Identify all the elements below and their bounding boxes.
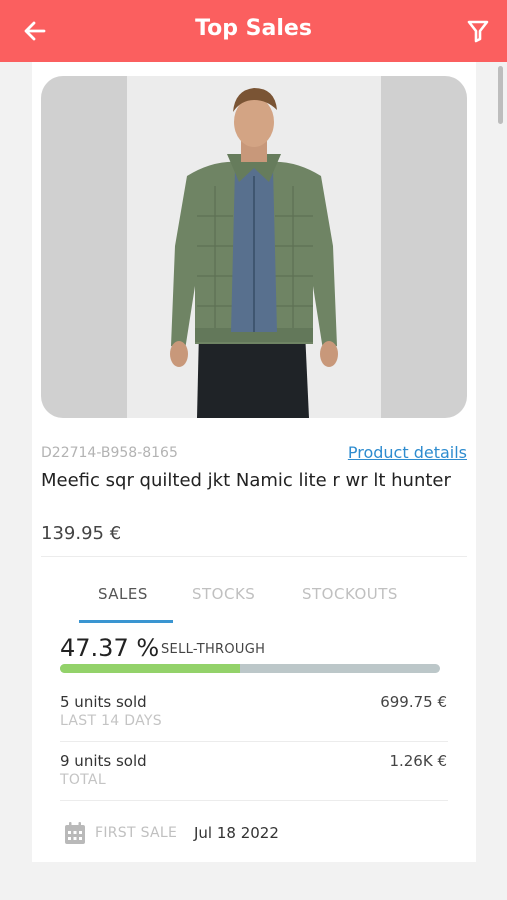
divider	[60, 741, 448, 742]
jacket-model-illustration	[170, 88, 338, 418]
divider	[60, 800, 448, 801]
app-header: Top Sales	[0, 0, 507, 62]
sell-through-progress-bar	[60, 664, 440, 673]
units-sold-14-days: 5 units sold	[60, 693, 147, 711]
filter-icon[interactable]	[467, 19, 489, 43]
scrollbar[interactable]	[498, 66, 503, 124]
divider	[41, 556, 467, 557]
product-price: 139.95 €	[41, 523, 122, 544]
revenue-14-days: 699.75 €	[380, 693, 447, 711]
product-sku: D22714-B958-8165	[41, 445, 178, 461]
tab-stocks[interactable]: STOCKS	[192, 585, 255, 603]
product-image	[41, 76, 467, 418]
product-details-link[interactable]: Product details	[348, 443, 467, 462]
units-sold-total: 9 units sold	[60, 752, 147, 770]
revenue-total: 1.26K €	[389, 752, 447, 770]
sell-through-value: 47.37 %	[60, 634, 160, 662]
period-label-14-days: LAST 14 DAYS	[60, 713, 162, 729]
product-card: D22714-B958-8165 Product details Meefic …	[32, 62, 476, 862]
first-sale-label: FIRST SALE	[95, 825, 178, 841]
tab-stockouts[interactable]: STOCKOUTS	[302, 585, 398, 603]
active-tab-indicator	[79, 620, 173, 623]
sell-through-label: SELL-THROUGH	[161, 642, 266, 657]
tab-sales[interactable]: SALES	[98, 585, 148, 603]
period-label-total: TOTAL	[60, 772, 106, 788]
page-title: Top Sales	[195, 16, 312, 41]
calendar-icon	[65, 822, 85, 844]
first-sale-date: Jul 18 2022	[194, 824, 279, 842]
product-name: Meefic sqr quilted jkt Namic lite r wr l…	[41, 470, 451, 491]
sell-through-progress-fill	[60, 664, 240, 673]
